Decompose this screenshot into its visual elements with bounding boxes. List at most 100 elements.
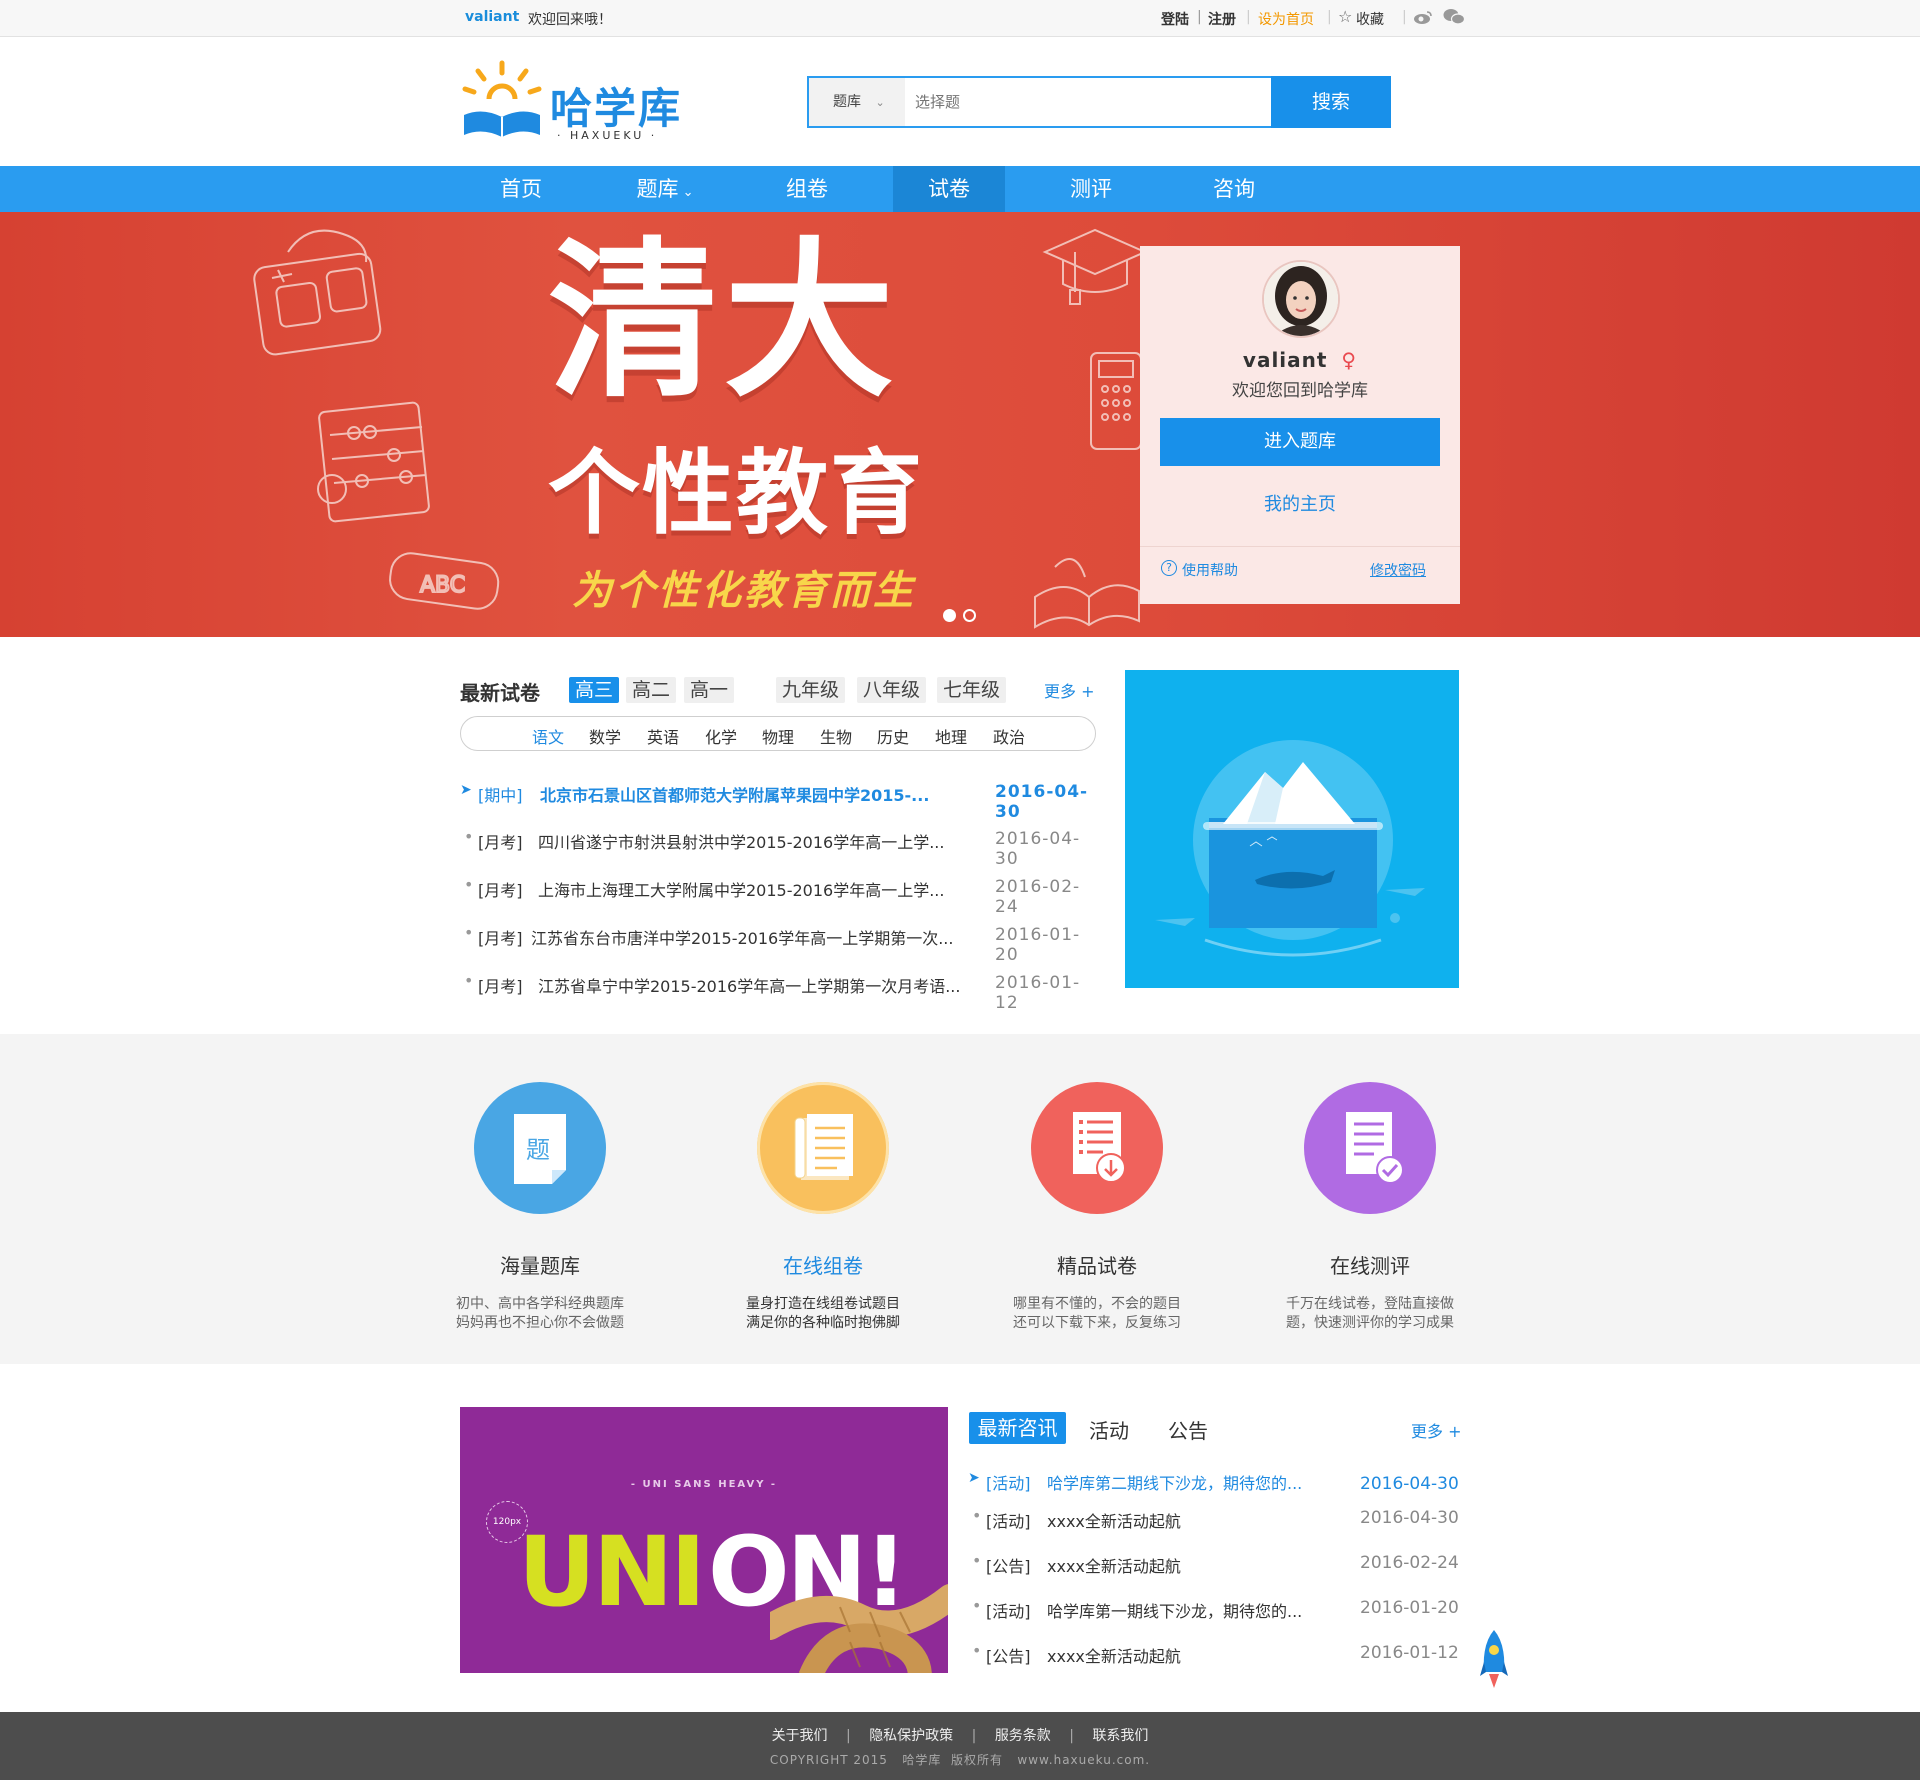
paper-row[interactable]: • [月考] 上海市上海理工大学附属中学2015-2016学年高一上学... 2… — [460, 875, 1100, 917]
grade-tab-grade7[interactable]: 七年级 — [937, 677, 1007, 703]
banner-headline-2: 个性教育 — [548, 440, 925, 547]
news-title[interactable]: xxxx全新活动起航 — [1047, 1553, 1181, 1577]
slide-dot[interactable] — [963, 609, 976, 622]
nav-item-home[interactable]: 首页 — [465, 166, 577, 212]
help-link[interactable]: 使用帮助 — [1182, 560, 1238, 580]
login-link[interactable]: 登陆 — [1161, 9, 1189, 29]
paper-title[interactable]: 江苏省阜宁中学2015-2016学年高一上学期第一次月考语... — [538, 973, 960, 997]
promo-caption: - UNI SANS HEAVY - — [630, 1479, 778, 1490]
subject-tab[interactable]: 生物 — [820, 724, 852, 748]
feature-desc: 初中、高中各学科经典题库 妈妈再也不担心你不会做题 — [430, 1295, 650, 1333]
news-row[interactable]: • [公告] xxxx全新活动起航 2016-02-24 — [968, 1551, 1463, 1577]
grade-tab-grade9[interactable]: 九年级 — [776, 677, 846, 703]
main-nav: 首页 题库 ⌄ 组卷 试卷 测评 咨询 — [0, 166, 1920, 212]
news-tag: [活动] — [986, 1474, 1031, 1493]
search-category-select[interactable]: 题库 ⌄ — [809, 78, 905, 126]
paper-row[interactable]: • [月考] 江苏省阜宁中学2015-2016学年高一上学期第一次月考语... … — [460, 971, 1100, 1013]
search-button[interactable]: 搜索 — [1271, 76, 1391, 128]
weibo-icon[interactable] — [1413, 9, 1433, 25]
feature-premium-papers[interactable]: 精品试卷 哪里有不懂的，不会的题目 还可以下载下来，反复练习 — [987, 1034, 1207, 1333]
grade-tab-senior1[interactable]: 高一 — [684, 677, 735, 703]
subject-tab[interactable]: 地理 — [935, 724, 967, 748]
subject-tab[interactable]: 语文 — [532, 724, 564, 748]
feature-compose[interactable]: 在线组卷 量身打造在线组卷试题目 满足你的各种临时抱佛脚 — [713, 1034, 933, 1333]
change-password-link[interactable]: 修改密码 — [1370, 560, 1426, 580]
footer-link-terms[interactable]: 服务条款 — [995, 1728, 1051, 1744]
subject-tab[interactable]: 化学 — [705, 724, 737, 748]
paper-title[interactable]: 江苏省东台市唐洋中学2015-2016学年高一上学期第一次... — [531, 925, 953, 949]
favorite-link[interactable]: 收藏 — [1356, 9, 1384, 29]
set-homepage-link[interactable]: 设为首页 — [1258, 9, 1314, 29]
news-tab-activity[interactable]: 活动 — [1089, 1415, 1129, 1444]
subject-tab[interactable]: 英语 — [647, 724, 679, 748]
feature-desc: 量身打造在线组卷试题目 满足你的各种临时抱佛脚 — [713, 1295, 933, 1333]
star-icon[interactable]: ☆ — [1338, 7, 1352, 26]
topbar-separator: | — [1246, 9, 1251, 25]
grade-tab-grade8[interactable]: 八年级 — [857, 677, 927, 703]
footer-separator: | — [1069, 1728, 1074, 1744]
arrow-right-icon: ➤ — [460, 782, 472, 798]
nav-item-consult[interactable]: 咨询 — [1178, 166, 1290, 212]
feature-desc-line: 题，快速测评你的学习成果 — [1286, 1315, 1454, 1331]
enter-question-bank-button[interactable]: 进入题库 — [1160, 418, 1440, 466]
feature-evaluation[interactable]: 在线测评 千万在线试卷，登陆直接做 题，快速测评你的学习成果 — [1260, 1034, 1480, 1333]
wechat-icon[interactable] — [1443, 8, 1466, 26]
news-row[interactable]: • [活动] xxxx全新活动起航 2016-04-30 — [968, 1506, 1463, 1532]
user-name[interactable]: valiant — [1243, 348, 1328, 372]
news-title[interactable]: xxxx全新活动起航 — [1047, 1643, 1181, 1667]
news-tab-latest[interactable]: 最新咨讯 — [969, 1412, 1066, 1444]
help-icon[interactable]: ? — [1161, 560, 1177, 576]
iceberg-illustration[interactable] — [1125, 670, 1459, 988]
grade-tab-senior2[interactable]: 高二 — [626, 677, 677, 703]
slide-dot-active[interactable] — [943, 609, 956, 622]
paper-row[interactable]: ➤ [期中] 北京市石景山区首都师范大学附属苹果园中学2015-... 2016… — [460, 782, 1100, 822]
arrow-right-icon: ➤ — [968, 1470, 980, 1486]
news-row[interactable]: • [公告] xxxx全新活动起航 2016-01-12 — [968, 1641, 1463, 1667]
paper-title[interactable]: 上海市上海理工大学附属中学2015-2016学年高一上学... — [538, 877, 944, 901]
logo-icon[interactable] — [460, 59, 544, 143]
nav-item-evaluation[interactable]: 测评 — [1035, 166, 1147, 212]
paper-row[interactable]: • [月考] 江苏省东台市唐洋中学2015-2016学年高一上学期第一次... … — [460, 923, 1100, 965]
footer-link-privacy[interactable]: 隐私保护政策 — [869, 1728, 953, 1744]
paper-title[interactable]: 四川省遂宁市射洪县射洪中学2015-2016学年高一上学... — [538, 829, 944, 853]
divider — [1140, 546, 1460, 547]
subject-tab[interactable]: 物理 — [762, 724, 794, 748]
news-title[interactable]: xxxx全新活动起航 — [1047, 1508, 1181, 1532]
graduation-cap-doodle-icon — [1042, 228, 1148, 305]
footer-link-contact[interactable]: 联系我们 — [1092, 1728, 1148, 1744]
grade-tab-senior3[interactable]: 高三 — [569, 677, 620, 703]
news-row[interactable]: • [活动] 哈学库第一期线下沙龙，期待您的... 2016-01-20 — [968, 1596, 1463, 1622]
news-date: 2016-02-24 — [1360, 1553, 1459, 1573]
brand-pinyin: · HAXUEKU · — [557, 129, 658, 142]
paper-row[interactable]: • [月考] 四川省遂宁市射洪县射洪中学2015-2016学年高一上学... 2… — [460, 827, 1100, 869]
nav-item-compose[interactable]: 组卷 — [751, 166, 863, 212]
hero-banner[interactable]: ABC 清大 个性教育 为个性化教育而生 — [0, 212, 1920, 637]
subject-tab[interactable]: 历史 — [877, 724, 909, 748]
register-link[interactable]: 注册 — [1208, 9, 1236, 29]
news-tab-notice[interactable]: 公告 — [1168, 1415, 1208, 1444]
news-row[interactable]: ➤ [活动] 哈学库第二期线下沙龙，期待您的... 2016-04-30 — [968, 1470, 1463, 1494]
subject-tab[interactable]: 数学 — [589, 724, 621, 748]
promo-banner-image[interactable]: - UNI SANS HEAVY - 120px UNI ON! — [460, 1407, 948, 1673]
news-more-link[interactable]: 更多 + — [1411, 1418, 1462, 1442]
topbar-username[interactable]: valiant — [465, 9, 519, 25]
papers-more-link[interactable]: 更多 + — [1044, 678, 1095, 702]
topbar-separator: | — [1402, 9, 1407, 25]
back-to-top-rocket-icon[interactable] — [1480, 1628, 1508, 1690]
news-title[interactable]: 哈学库第一期线下沙龙，期待您的... — [1047, 1598, 1302, 1622]
user-name-row: valiant ♀ — [1140, 348, 1460, 372]
nav-item-papers[interactable]: 试卷 — [893, 166, 1005, 212]
news-title[interactable]: 哈学库第二期线下沙龙，期待您的... — [1047, 1470, 1302, 1494]
my-homepage-link[interactable]: 我的主页 — [1140, 490, 1460, 516]
nav-item-question-bank[interactable]: 题库 ⌄ — [609, 166, 721, 212]
feature-question-bank[interactable]: 题 海量题库 初中、高中各学科经典题库 妈妈再也不担心你不会做题 — [430, 1034, 650, 1333]
avatar[interactable] — [1262, 260, 1340, 338]
promo-text-uni: UNI — [518, 1516, 706, 1628]
paper-title[interactable]: 北京市石景山区首都师范大学附属苹果园中学2015-... — [540, 782, 929, 806]
footer-link-about[interactable]: 关于我们 — [772, 1728, 828, 1744]
subject-tab[interactable]: 政治 — [993, 724, 1025, 748]
paper-tag: [期中] — [478, 786, 523, 805]
search-input[interactable] — [915, 87, 1265, 117]
banner-headline-1: 清大 — [548, 223, 901, 421]
brand-name[interactable]: 哈学库 — [550, 75, 682, 136]
